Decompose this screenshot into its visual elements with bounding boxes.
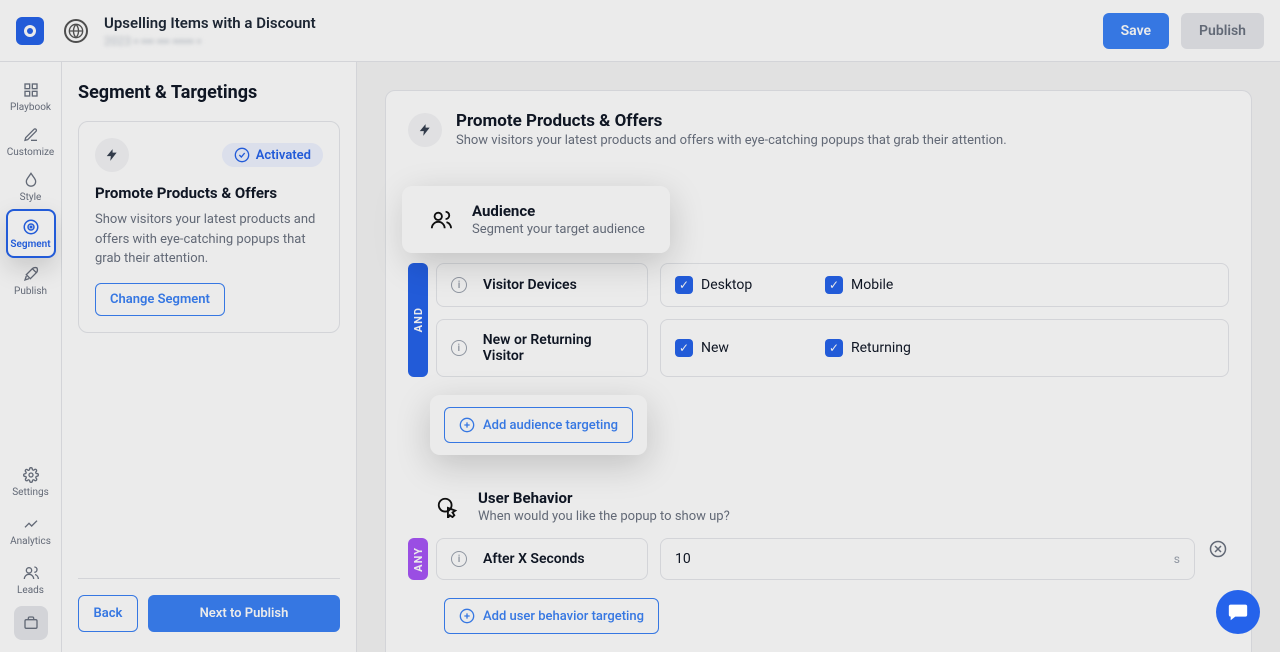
checkbox-new[interactable]: ✓New xyxy=(675,339,785,357)
checkbox-mobile[interactable]: ✓Mobile xyxy=(825,276,935,294)
back-button[interactable]: Back xyxy=(78,595,138,632)
behavior-sub: When would you like the popup to show up… xyxy=(478,509,730,524)
plus-circle-icon xyxy=(459,608,475,624)
seconds-input[interactable]: 10 s xyxy=(660,538,1195,580)
target-icon xyxy=(21,217,41,237)
add-behavior-targeting-button[interactable]: Add user behavior targeting xyxy=(444,598,659,634)
add-audience-targeting-button[interactable]: Add audience targeting xyxy=(444,407,633,443)
promote-sub: Show visitors your latest products and o… xyxy=(456,133,1007,148)
activated-label: Activated xyxy=(256,148,311,163)
left-panel-heading: Segment & Targetings xyxy=(78,82,340,103)
add-behavior-targeting-wrap: Add user behavior targeting xyxy=(386,598,1251,652)
checkbox-returning[interactable]: ✓Returning xyxy=(825,339,935,357)
remove-rule-button[interactable] xyxy=(1207,538,1229,560)
rocket-icon xyxy=(21,264,41,284)
nav-publish[interactable]: Publish xyxy=(6,258,56,303)
next-to-publish-button[interactable]: Next to Publish xyxy=(148,595,340,632)
bolt-icon xyxy=(408,113,442,147)
nav-leads-label: Leads xyxy=(17,585,44,596)
gear-icon xyxy=(21,465,41,485)
nav-playbook[interactable]: Playbook xyxy=(6,74,56,119)
nav-analytics-label: Analytics xyxy=(10,536,51,547)
globe-icon[interactable] xyxy=(64,19,88,43)
audience-title: Audience xyxy=(472,202,645,220)
info-icon[interactable]: i xyxy=(451,551,467,567)
nav-style-label: Style xyxy=(20,192,42,203)
top-bar: Upselling Items with a Discount 2023 ▪ ▪… xyxy=(0,0,1280,62)
main-content: Promote Products & Offers Show visitors … xyxy=(357,62,1280,652)
segment-card-desc: Show visitors your latest products and o… xyxy=(95,210,323,269)
and-rail: AND xyxy=(408,263,428,377)
audience-icon xyxy=(424,203,458,237)
rule-row-visitor-devices: i Visitor Devices ✓Desktop ✓Mobile xyxy=(436,263,1229,307)
page-title: Upselling Items with a Discount xyxy=(104,14,316,32)
plus-circle-icon xyxy=(459,417,475,433)
nav-customize-label: Customize xyxy=(7,147,54,158)
app-logo[interactable] xyxy=(16,17,44,45)
nav-leads[interactable]: Leads xyxy=(6,557,56,602)
briefcase-icon[interactable] xyxy=(14,606,48,640)
rule-label: i After X Seconds xyxy=(436,538,648,580)
nav-analytics[interactable]: Analytics xyxy=(6,508,56,553)
nav-playbook-label: Playbook xyxy=(10,102,51,113)
nav-segment[interactable]: Segment xyxy=(6,209,56,258)
grid-icon xyxy=(21,80,41,100)
publish-button[interactable]: Publish xyxy=(1181,13,1264,49)
promote-title: Promote Products & Offers xyxy=(456,111,1007,131)
nav-settings-label: Settings xyxy=(12,487,49,498)
behavior-title: User Behavior xyxy=(478,489,730,507)
droplet-icon xyxy=(21,170,41,190)
left-nav: Playbook Customize Style Segment Publish… xyxy=(0,62,62,652)
checkbox-desktop[interactable]: ✓Desktop xyxy=(675,276,785,294)
save-button[interactable]: Save xyxy=(1103,13,1169,49)
add-audience-targeting-wrap: Add audience targeting xyxy=(430,395,647,455)
activated-badge: Activated xyxy=(222,143,323,167)
bolt-icon xyxy=(95,138,129,172)
analytics-icon xyxy=(21,514,41,534)
chat-widget-button[interactable] xyxy=(1216,590,1260,634)
nav-style[interactable]: Style xyxy=(6,164,56,209)
people-icon xyxy=(21,563,41,583)
info-icon[interactable]: i xyxy=(451,340,467,356)
rule-options: ✓New ✓Returning xyxy=(660,319,1229,377)
segment-card: Activated Promote Products & Offers Show… xyxy=(78,121,340,333)
nav-segment-label: Segment xyxy=(10,239,50,250)
rule-label: i New or Returning Visitor xyxy=(436,319,648,377)
segment-card-title: Promote Products & Offers xyxy=(95,184,323,202)
info-icon[interactable]: i xyxy=(451,277,467,293)
page-subtitle: 2023 ▪ ▪▪▪ ▪▪▪ ▪▪▪▪▪ ▪ xyxy=(104,34,316,48)
main-card: Promote Products & Offers Show visitors … xyxy=(385,90,1252,652)
rule-row-after-seconds: i After X Seconds 10 s xyxy=(436,538,1229,580)
cursor-click-icon xyxy=(430,490,464,524)
nav-customize[interactable]: Customize xyxy=(6,119,56,164)
pencil-icon xyxy=(21,125,41,145)
audience-section-header: Audience Segment your target audience xyxy=(402,186,670,253)
rule-options: ✓Desktop ✓Mobile xyxy=(660,263,1229,307)
change-segment-button[interactable]: Change Segment xyxy=(95,283,225,316)
check-circle-icon xyxy=(234,147,250,163)
any-rail: ANY xyxy=(408,538,428,580)
promote-header: Promote Products & Offers Show visitors … xyxy=(386,91,1251,168)
rule-row-new-returning: i New or Returning Visitor ✓New ✓Returni… xyxy=(436,319,1229,377)
left-panel: Segment & Targetings Activated Promote P… xyxy=(62,62,357,652)
rule-label: i Visitor Devices xyxy=(436,263,648,307)
nav-publish-label: Publish xyxy=(14,286,47,297)
behavior-section-header: User Behavior When would you like the po… xyxy=(408,489,1229,538)
nav-settings[interactable]: Settings xyxy=(6,459,56,504)
audience-sub: Segment your target audience xyxy=(472,222,645,237)
